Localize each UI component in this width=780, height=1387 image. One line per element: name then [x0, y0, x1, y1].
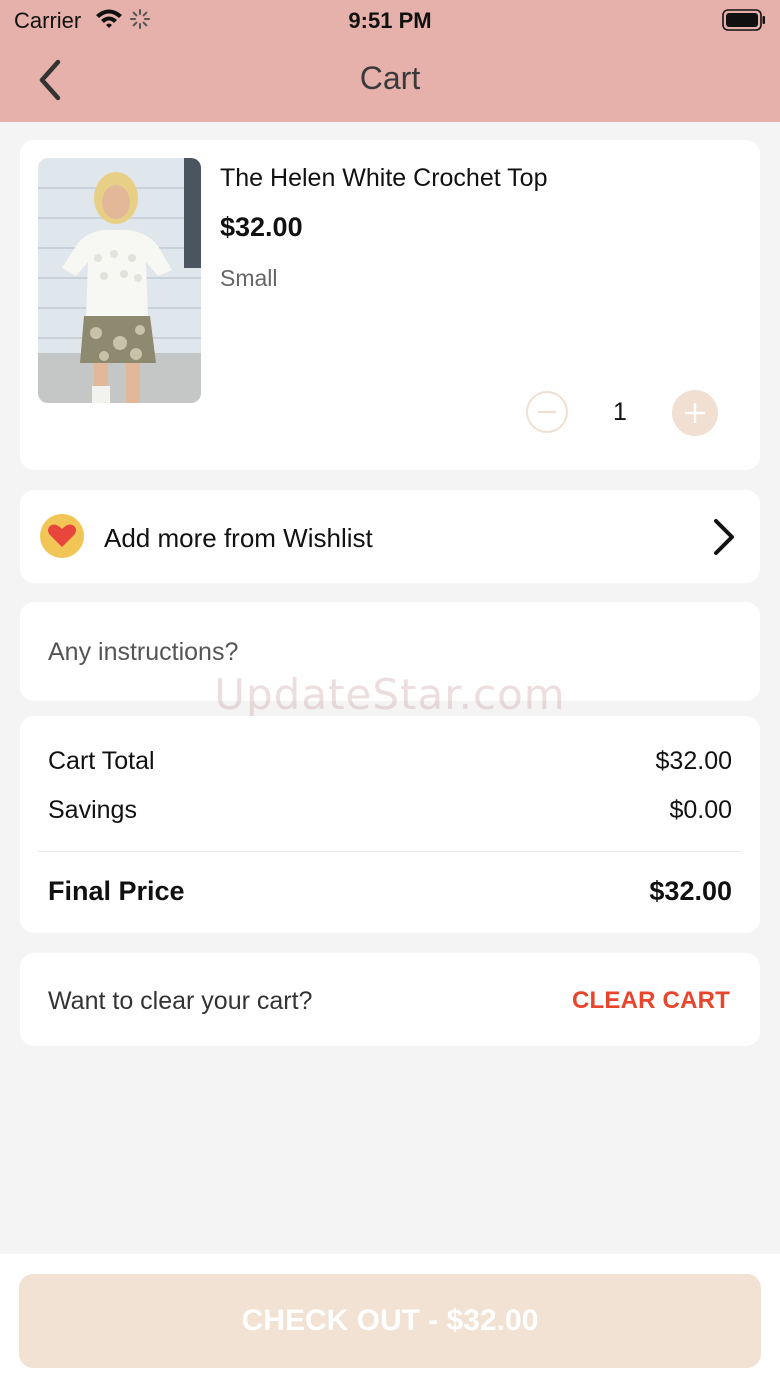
instructions-card — [20, 602, 760, 701]
wishlist-label: Add more from Wishlist — [104, 523, 373, 553]
quantity-value: 1 — [613, 398, 627, 426]
checkout-footer: CHECK OUT - $32.00 — [0, 1254, 780, 1387]
cart-total-value: $32.00 — [655, 747, 732, 775]
chevron-right-icon — [710, 518, 738, 556]
status-time: 9:51 PM — [348, 8, 432, 33]
clear-cart-card: Want to clear your cart? CLEAR CART — [20, 953, 760, 1046]
nav-bar: Cart — [0, 40, 780, 122]
cart-total-label: Cart Total — [48, 747, 155, 775]
product-size: Small — [220, 265, 278, 291]
product-name[interactable]: The Helen White Crochet Top — [220, 164, 547, 193]
battery-icon — [722, 9, 766, 37]
wishlist-row[interactable]: Add more from Wishlist — [20, 490, 760, 583]
summary-divider — [38, 851, 742, 852]
final-price-label: Final Price — [48, 876, 185, 906]
plus-icon — [685, 403, 705, 423]
minus-icon — [538, 410, 556, 414]
instructions-input[interactable] — [48, 632, 728, 672]
price-summary-card: Cart Total $32.00 Savings $0.00 Final Pr… — [20, 716, 760, 933]
savings-value: $0.00 — [669, 796, 732, 824]
product-image[interactable] — [38, 158, 201, 403]
cart-item-card: The Helen White Crochet Top $32.00 Small… — [20, 140, 760, 470]
final-price-value: $32.00 — [649, 876, 732, 906]
heart-icon — [40, 514, 84, 558]
increase-quantity-button[interactable] — [672, 390, 718, 436]
product-price: $32.00 — [220, 212, 303, 242]
page-title: Cart — [359, 60, 421, 96]
clear-cart-button[interactable]: CLEAR CART — [572, 987, 730, 1015]
decrease-quantity-button[interactable] — [526, 391, 568, 433]
status-bar: Carrier 9:51 PM — [0, 0, 780, 40]
clear-cart-prompt: Want to clear your cart? — [48, 987, 313, 1015]
savings-label: Savings — [48, 796, 137, 824]
checkout-button[interactable]: CHECK OUT - $32.00 — [19, 1274, 761, 1368]
